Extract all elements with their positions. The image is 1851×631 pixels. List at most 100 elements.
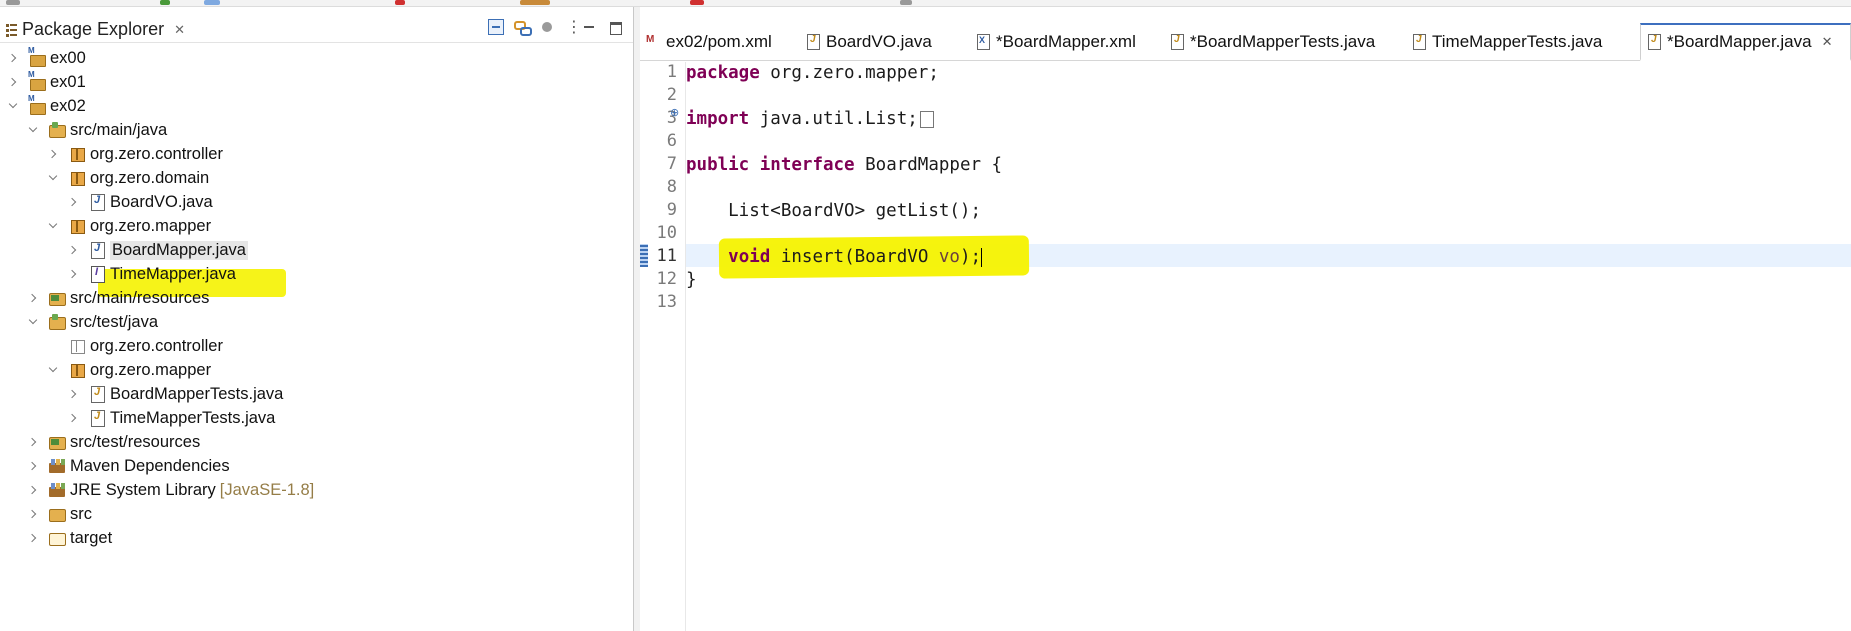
filter-icon[interactable] [540,19,556,35]
chevron-down-icon[interactable] [26,123,40,137]
chevron-right-icon[interactable] [6,75,20,89]
chevron-down-icon[interactable] [26,315,40,329]
tree-item-package[interactable]: org.zero.mapper [46,357,211,383]
chevron-right-icon[interactable] [26,483,40,497]
tree-item-java-file-selected[interactable]: BoardMapper.java [66,237,248,263]
chevron-right-icon[interactable] [66,387,80,401]
chevron-down-icon[interactable] [46,171,60,185]
code-line-12: } [686,270,697,290]
chevron-down-icon[interactable] [46,363,60,377]
line-number: 13 [656,292,677,312]
tree-item-label: org.zero.mapper [90,216,212,235]
toolbar-icon[interactable] [395,0,405,5]
tree-item-label: org.zero.mapper [90,360,212,379]
code-line-3: import java.util.List; [686,108,934,131]
maximize-icon[interactable] [608,19,624,35]
tree-item-jre-library[interactable]: JRE System Library [JavaSE-1.8] [26,477,314,503]
line-number: 12 [656,269,677,289]
chevron-right-icon[interactable] [26,507,40,521]
view-menu-icon[interactable] [566,17,582,37]
toolbar-icon[interactable] [6,0,20,5]
tab-label: *BoardMapperTests.java [1190,32,1376,51]
toolbar-icon[interactable] [520,0,550,5]
tree-item-java-file[interactable]: BoardMapperTests.java [66,381,283,407]
tree-item-label: ex02 [50,96,86,115]
chevron-right-icon[interactable] [6,51,20,65]
close-icon[interactable]: ✕ [174,22,185,38]
close-icon[interactable]: ✕ [1822,34,1833,50]
package-explorer-header: Package Explorer ✕ [0,15,633,43]
link-with-editor-icon[interactable] [514,19,532,36]
tree-item-java-file[interactable]: TimeMapper.java [66,261,236,287]
resource-folder-icon [48,433,66,451]
tree-item-src-test-resources[interactable]: src/test/resources [26,429,200,455]
chevron-right-icon[interactable] [66,243,80,257]
empty-package-icon [68,337,86,355]
tree-item-src-test-java[interactable]: src/test/java [26,309,158,335]
tree-item-ex00[interactable]: ex00 [6,45,86,71]
line-number: 8 [666,177,677,197]
collapse-all-icon[interactable] [488,19,504,35]
editor-tab[interactable]: ex02/pom.xml [640,23,800,61]
java-interface-icon [88,265,106,283]
tree-item-package[interactable]: org.zero.controller [46,141,223,167]
chevron-right-icon[interactable] [26,459,40,473]
chevron-right-icon[interactable] [66,267,80,281]
tree-item-label: target [70,528,113,547]
tab-label: *BoardMapper.java [1667,32,1812,51]
tree-item-label: src/test/resources [70,432,201,451]
tree-item-package[interactable]: org.zero.domain [46,165,209,191]
library-icon [48,457,66,475]
chevron-down-icon[interactable] [46,219,60,233]
tab-label: BoardVO.java [826,32,932,51]
tree-item-label: TimeMapper.java [110,264,236,283]
chevron-right-icon[interactable] [26,291,40,305]
editor-tab[interactable]: BoardVO.java [800,23,956,61]
tree-item-maven-dependencies[interactable]: Maven Dependencies [26,453,230,479]
package-icon [68,361,86,379]
chevron-right-icon[interactable] [66,411,80,425]
minimize-icon[interactable] [582,19,598,35]
tree-item-ex02[interactable]: ex02 [6,93,86,119]
editor-tab[interactable]: *BoardMapperTests.java [1164,23,1384,61]
tree-item-package[interactable]: org.zero.controller [46,333,223,359]
code-line-1: package org.zero.mapper; [686,63,939,83]
tree-item-java-file[interactable]: TimeMapperTests.java [66,405,275,431]
maven-project-icon [28,70,46,91]
tree-item-package[interactable]: org.zero.mapper [46,213,211,239]
tree-item-java-file[interactable]: BoardVO.java [66,189,213,215]
chevron-right-icon[interactable] [26,531,40,545]
toolbar-icon[interactable] [204,0,220,5]
java-file-icon [1647,34,1661,50]
view-tab-package-explorer[interactable]: Package Explorer ✕ [4,19,185,40]
line-number: 9 [666,200,677,220]
tree-item-label: org.zero.domain [90,168,210,187]
editor-tab[interactable]: TimeMapperTests.java [1406,23,1616,61]
view-title: Package Explorer [22,19,165,39]
toolbar-icon[interactable] [690,0,704,5]
chevron-right-icon[interactable] [26,435,40,449]
toolbar-icon[interactable] [900,0,912,5]
folded-imports-icon[interactable] [919,110,934,128]
tree-item-ex01[interactable]: ex01 [6,69,86,95]
library-icon [48,481,66,499]
line-number: 7 [666,154,677,174]
tree-item-src-main-java[interactable]: src/main/java [26,117,167,143]
editor-tab[interactable]: *BoardMapper.xml [970,23,1150,61]
java-file-icon [806,34,820,50]
tree-item-target[interactable]: target [26,525,112,551]
source-folder-icon [48,121,66,139]
tree-item-label: org.zero.controller [90,144,223,163]
line-number: 10 [656,223,677,243]
toolbar-icon[interactable] [160,0,170,5]
code-editor[interactable]: 1 2 3 6 7 8 9 10 11 12 13 ⊕ package org.… [640,62,1851,631]
fold-expand-icon[interactable]: ⊕ [670,106,679,119]
editor-tab-active[interactable]: *BoardMapper.java ✕ [1640,23,1851,61]
tree-item-src-main-resources[interactable]: src/main/resources [26,285,209,311]
tree-item-src[interactable]: src [26,501,92,527]
chevron-right-icon[interactable] [66,195,80,209]
package-icon [68,169,86,187]
chevron-down-icon[interactable] [6,99,20,113]
package-icon [68,217,86,235]
chevron-right-icon[interactable] [46,147,60,161]
